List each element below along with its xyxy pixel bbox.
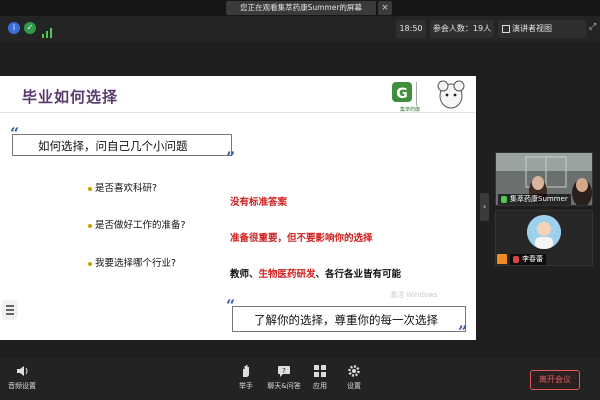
question-1: 是否喜欢科研? xyxy=(88,180,157,194)
fullscreen-icon[interactable]: ⤢ xyxy=(589,22,596,32)
question-3: 我要选择哪个行业? xyxy=(88,255,176,269)
leave-meeting-button[interactable]: 离开会议 xyxy=(530,370,580,390)
meeting-toolbar: 音频设置 举手 ? 聊天&问答 应用 设置 离开会议 xyxy=(0,358,600,400)
viewing-screen-label: 您正在观看集萃药康Summer的屏幕 xyxy=(226,1,376,15)
audio-settings-button[interactable]: 音频设置 xyxy=(0,364,44,391)
apps-icon xyxy=(314,365,326,377)
hand-icon xyxy=(243,365,249,377)
gear-icon xyxy=(348,365,360,377)
quote-2-text: 了解你的选择，尊重你的每一次选择 xyxy=(254,313,438,327)
mic-muted-icon xyxy=(513,256,519,263)
svg-text:?: ? xyxy=(282,367,286,375)
slide-menu-button[interactable] xyxy=(2,300,18,320)
company-logo-icon: G xyxy=(392,82,417,106)
bullet-icon xyxy=(88,186,92,191)
answer-1: 没有标准答案 xyxy=(230,197,288,208)
shield-icon[interactable]: ✓ xyxy=(24,22,36,34)
answer-3: 教师、生物医药研发、各行各业皆有可能 xyxy=(230,269,402,280)
windows-watermark: 激活 Windows xyxy=(390,291,438,299)
speaker-icon xyxy=(17,366,28,376)
answer-2: 准备很重要，但不要影响你的选择 xyxy=(230,233,373,244)
signal-icon[interactable] xyxy=(42,23,52,38)
close-icon[interactable]: × xyxy=(378,1,392,15)
meeting-top-bar: i ✓ 18:50 参会人数：19人 演讲者视图 ⤢ xyxy=(0,16,600,42)
participant-name-tag: 集萃药康Summer xyxy=(498,194,571,205)
bullet-icon xyxy=(88,223,92,228)
chat-icon: ? xyxy=(278,366,290,377)
info-icon[interactable]: i xyxy=(8,22,20,34)
speaker-view-label: 演讲者视图 xyxy=(512,24,552,33)
user-icon xyxy=(497,254,507,264)
close-quote-icon: ” xyxy=(458,322,468,340)
avatar xyxy=(527,215,561,249)
grid-icon xyxy=(502,25,510,33)
screen-share-banner: 您正在观看集萃药康Summer的屏幕 × xyxy=(0,0,600,16)
speaker-view-button[interactable]: 演讲者视图 xyxy=(498,20,586,38)
svg-text:G: G xyxy=(396,86,408,102)
close-quote-icon: ” xyxy=(226,148,236,167)
participant-count[interactable]: 参会人数：19人 xyxy=(430,20,494,38)
mic-icon xyxy=(501,196,507,203)
shared-slide: 毕业如何选择 G 集萃药康 “ 如何选择，问自己几个小问题 ” 是否喜欢科研? … xyxy=(0,76,476,340)
question-2: 是否做好工作的准备? xyxy=(88,217,186,231)
slide-title: 毕业如何选择 xyxy=(22,88,119,106)
mascot-icon xyxy=(437,80,465,109)
chevron-right-icon[interactable]: › xyxy=(480,193,489,221)
bullet-icon xyxy=(88,261,92,266)
participant-name-tag: 李春蕾 xyxy=(510,254,546,265)
video-tile-presenter[interactable]: 集萃药康Summer xyxy=(495,152,593,206)
quote-1-text: 如何选择，问自己几个小问题 xyxy=(38,139,188,153)
logo-text: 集萃药康 xyxy=(399,107,420,113)
settings-button[interactable]: 设置 xyxy=(332,364,376,391)
meeting-timer: 18:50 xyxy=(396,20,426,38)
